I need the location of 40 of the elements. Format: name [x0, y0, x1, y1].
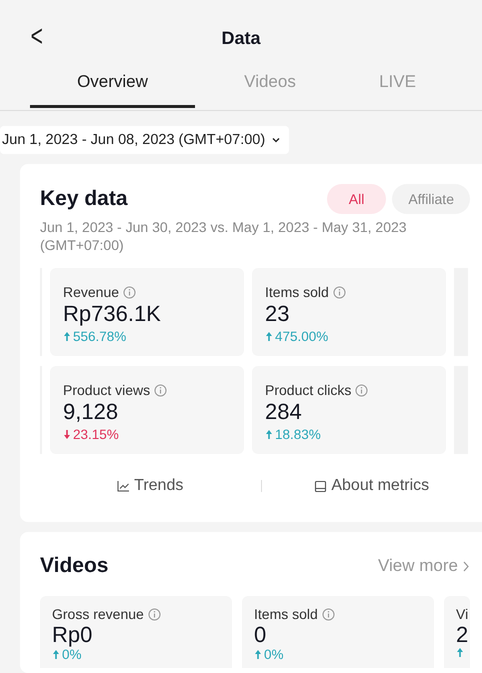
link-button[interactable]: Trends — [40, 477, 260, 495]
metric-value: 0 — [254, 623, 268, 647]
chart-icon — [117, 480, 130, 492]
metric-label: Items sold — [254, 606, 318, 622]
link-button[interactable]: About metrics — [262, 477, 482, 495]
back-button[interactable]: < — [30, 20, 43, 54]
metric-change: 0% — [264, 647, 284, 662]
metric-change: 475.00% — [275, 329, 328, 344]
info-icon — [123, 286, 136, 298]
period-text: Jun 1, 2023 - Jun 30, 2023 vs. May 1, 2023 - May 31, 2023 (GMT+07:00) — [40, 218, 408, 254]
section-title: Videos — [40, 554, 108, 578]
info-icon — [355, 384, 368, 396]
metric-change: 18.83% — [275, 427, 321, 442]
metric-value: Rp736.1K — [63, 301, 162, 327]
section-title: Key data — [40, 187, 128, 211]
info-icon — [154, 384, 168, 396]
book-icon — [314, 480, 328, 492]
metric-label: Product clicks — [265, 382, 352, 398]
metric-label: Gross revenue — [52, 606, 144, 622]
metric-label: Items sold — [265, 284, 329, 300]
metric-value: 2 — [456, 623, 470, 647]
info-icon — [332, 286, 346, 298]
metric-value: 284 — [265, 399, 303, 425]
tab[interactable]: Overview — [30, 58, 195, 108]
metric-change: 23.15% — [73, 427, 119, 442]
chevron-down-icon — [271, 136, 282, 144]
page-title: Data — [221, 28, 260, 48]
metric-value: 23 — [265, 301, 290, 327]
metric-label: Revenue — [63, 284, 120, 300]
metric-change: 556.78% — [73, 329, 126, 344]
metric-label: Product views — [63, 382, 150, 398]
metric-value: Rp0 — [52, 623, 94, 647]
date-range-picker[interactable]: Jun 1, 2023 - Jun 08, 2023 (GMT+07:00) — [0, 126, 290, 154]
filter-chip[interactable]: All — [326, 184, 386, 214]
metric-label: Vi — [456, 606, 468, 622]
metric-change: 0% — [62, 647, 82, 662]
info-icon — [148, 608, 161, 620]
metric-value: 9,128 — [63, 399, 120, 425]
chevron-right-icon — [462, 560, 470, 572]
info-icon — [322, 608, 335, 620]
